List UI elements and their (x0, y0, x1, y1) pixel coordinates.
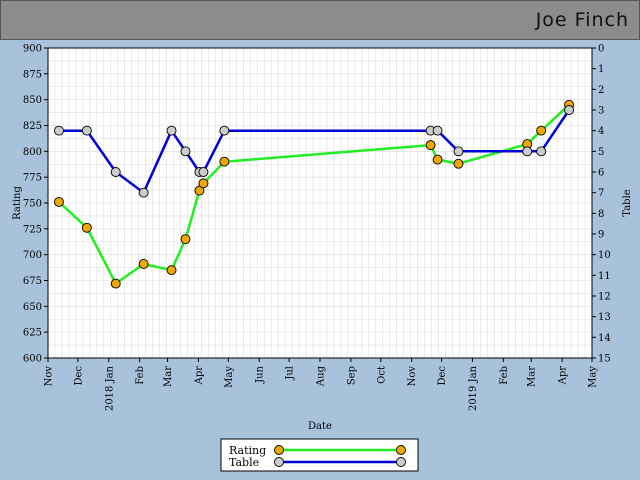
y2-axis-title: Table (622, 189, 633, 216)
y2-tick-label: 14 (598, 333, 611, 344)
y-tick-label: 725 (23, 224, 42, 235)
data-point-table (536, 146, 547, 157)
y2-tick-label: 1 (598, 64, 604, 75)
y-tick-label: 825 (23, 121, 42, 132)
data-point-rating (432, 154, 443, 165)
y-axis-left: 600 625 650 675 700 725 750 775 800 825 850 875 900 (23, 44, 48, 365)
x-tick-label: 2018 Jan (104, 365, 115, 411)
y2-tick-label: 12 (598, 292, 611, 303)
y-tick-label: 625 (23, 328, 42, 339)
data-point-table (138, 187, 149, 198)
y2-tick-label: 13 (598, 312, 611, 323)
data-point-rating (180, 234, 191, 245)
y-tick-label: 600 (23, 354, 42, 365)
x-tick-label: Dec (437, 366, 448, 386)
legend-marker (274, 445, 284, 455)
data-point-rating (425, 140, 436, 151)
x-tick-label: Dec (73, 366, 84, 386)
x-axis: Nov Dec 2018 Jan Feb Mar Apr May Jun Jul Aug Sep Oc… (44, 358, 599, 411)
y2-tick-label: 4 (598, 126, 604, 137)
x-tick-label: Feb (499, 366, 510, 385)
legend-marker (396, 445, 406, 455)
x-tick-label: Nov (407, 366, 418, 387)
y2-tick-label: 2 (598, 85, 604, 96)
y-tick-label: 675 (23, 276, 42, 287)
y-tick-label: 850 (23, 95, 42, 106)
x-tick-label: Sep (346, 366, 357, 385)
y2-tick-label: 10 (598, 250, 611, 261)
x-tick-label: Apr (558, 366, 569, 386)
data-point-rating (198, 178, 209, 189)
y2-tick-label: 6 (598, 168, 604, 179)
y-tick-label: 650 (23, 302, 42, 313)
y-axis-right: 0123456789101112131415 (592, 44, 611, 365)
x-tick-label: May (224, 366, 235, 388)
x-tick-label: Mar (527, 366, 538, 387)
data-point-rating (453, 158, 464, 169)
y-tick-label: 900 (23, 44, 42, 55)
data-point-rating (138, 259, 149, 269)
data-point-table (432, 125, 443, 136)
data-point-table (453, 146, 464, 157)
data-point-table (198, 167, 209, 177)
page: Joe Finch 600 625 650 675 700 725 750 775 800 825… (0, 0, 640, 480)
data-point-rating (166, 265, 177, 276)
legend-marker (274, 457, 284, 467)
data-point-table (522, 146, 533, 157)
x-tick-label: Nov (44, 366, 55, 387)
y2-tick-label: 3 (598, 106, 604, 117)
x-tick-label: Feb (135, 366, 146, 385)
data-point-rating (536, 125, 547, 136)
data-point-rating (219, 156, 230, 167)
data-point-rating (54, 197, 64, 207)
y-tick-label: 775 (23, 173, 42, 184)
data-point-table (219, 125, 230, 136)
y2-tick-label: 11 (598, 271, 611, 282)
data-point-table (81, 125, 92, 136)
data-point-table (564, 105, 575, 115)
data-point-table (166, 125, 177, 136)
y2-tick-label: 5 (598, 147, 604, 158)
legend-label: Table (229, 456, 259, 469)
x-tick-label: 2019 Jan (468, 365, 479, 411)
data-point-table (180, 146, 191, 157)
x-tick-label: Jul (285, 366, 296, 381)
x-axis-title: Date (308, 421, 332, 432)
x-tick-label: Aug (316, 365, 327, 387)
legend: RatingTable (220, 438, 419, 472)
x-tick-label: Mar (163, 366, 174, 387)
y2-tick-label: 8 (598, 209, 604, 220)
data-point-rating (110, 278, 121, 289)
x-tick-label: Apr (194, 366, 205, 386)
data-point-table (110, 167, 121, 177)
y-tick-label: 800 (23, 147, 42, 158)
data-point-table (54, 125, 64, 136)
y-tick-label: 875 (23, 69, 42, 80)
y2-tick-label: 7 (598, 188, 604, 199)
x-tick-label: Jun (255, 365, 266, 383)
data-point-rating (81, 222, 92, 233)
x-tick-label: Oct (376, 366, 387, 384)
y2-tick-label: 15 (598, 354, 611, 365)
rating-chart: 600625650675700725750775800825850875900 … (12, 44, 633, 472)
legend-marker (396, 457, 406, 467)
y2-tick-label: 0 (598, 44, 604, 55)
y2-tick-label: 9 (598, 230, 604, 241)
y-tick-label: 700 (23, 250, 42, 261)
y-tick-label: 750 (23, 199, 42, 210)
y-axis-title: Rating (12, 186, 23, 220)
x-tick-label: May (588, 366, 599, 388)
